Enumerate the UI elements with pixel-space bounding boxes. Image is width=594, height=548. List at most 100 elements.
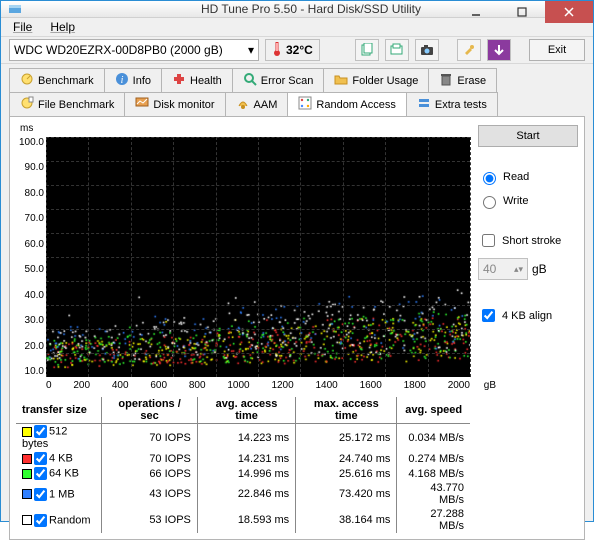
options-button[interactable] bbox=[457, 39, 481, 61]
random-icon bbox=[298, 96, 312, 113]
series-toggle[interactable] bbox=[34, 425, 47, 438]
tab-folder-usage[interactable]: Folder Usage bbox=[323, 68, 429, 92]
spinner-icon: ▴▾ bbox=[514, 264, 523, 275]
exit-button[interactable]: Exit bbox=[529, 39, 585, 61]
tab-file-benchmark[interactable]: File Benchmark bbox=[9, 92, 125, 116]
col-header: max. access time bbox=[296, 397, 397, 424]
cell-avg: 22.846 ms bbox=[197, 481, 295, 507]
cell-max: 38.164 ms bbox=[296, 507, 397, 533]
table-row: 4 KB70 IOPS14.231 ms24.740 ms0.274 MB/s bbox=[16, 451, 470, 466]
tab-random-access[interactable]: Random Access bbox=[287, 92, 406, 116]
tab-disk-monitor[interactable]: Disk monitor bbox=[124, 92, 225, 116]
save-button[interactable] bbox=[487, 39, 511, 61]
copy-screenshot-button[interactable] bbox=[385, 39, 409, 61]
table-row: 64 KB 66 IOPS14.996 ms25.616 ms4.168 MB/s bbox=[16, 466, 470, 481]
tab-erase[interactable]: Erase bbox=[428, 68, 497, 92]
scatter-chart: 100.090.080.070.060.050.040.030.020.010.… bbox=[46, 137, 470, 377]
cell-speed: 0.274 MB/s bbox=[397, 451, 470, 466]
transfer-size: Random bbox=[49, 514, 91, 526]
thermometer-icon bbox=[272, 41, 282, 60]
series-toggle[interactable] bbox=[34, 452, 47, 465]
col-header: operations / sec bbox=[102, 397, 198, 424]
temperature-value: 32°C bbox=[286, 43, 313, 57]
tab-error-scan[interactable]: Error Scan bbox=[232, 68, 325, 92]
tab-info[interactable]: iInfo bbox=[104, 68, 162, 92]
minimize-button[interactable] bbox=[453, 1, 499, 23]
chevron-down-icon: ▾ bbox=[248, 43, 254, 57]
cell-speed: 27.288 MB/s bbox=[397, 507, 470, 533]
side-panel: Start Read Write Short stroke 40 ▴▾ bbox=[478, 123, 578, 533]
tab-row-2: File BenchmarkDisk monitorAAMRandom Acce… bbox=[9, 92, 585, 116]
x-axis-labels: 0200400600800100012001400160018002000 bbox=[46, 380, 470, 391]
tab-extra-tests[interactable]: Extra tests bbox=[406, 92, 498, 116]
maximize-button[interactable] bbox=[499, 1, 545, 23]
series-color-swatch bbox=[22, 489, 32, 499]
table-row: 1 MB43 IOPS22.846 ms73.420 ms43.770 MB/s bbox=[16, 481, 470, 507]
random-access-panel: ms 100.090.080.070.060.050.040.030.020.0… bbox=[9, 116, 585, 540]
stroke-unit: gB bbox=[532, 262, 547, 276]
benchmark-icon bbox=[20, 72, 34, 89]
transfer-size: 64 KB bbox=[49, 467, 79, 479]
col-header: avg. access time bbox=[197, 397, 295, 424]
toolbar: WDC WD20EZRX-00D8PB0 (2000 gB) ▾ 32°C Ex… bbox=[1, 36, 593, 64]
col-header: transfer size bbox=[16, 397, 102, 424]
table-row: Random 53 IOPS18.593 ms38.164 ms27.288 MB… bbox=[16, 507, 470, 533]
tab-benchmark[interactable]: Benchmark bbox=[9, 68, 105, 92]
series-toggle[interactable] bbox=[34, 488, 47, 501]
drive-select-value: WDC WD20EZRX-00D8PB0 (2000 gB) bbox=[14, 43, 223, 57]
cell-speed: 4.168 MB/s bbox=[397, 466, 470, 481]
filebench-icon bbox=[20, 96, 34, 113]
monitor-icon bbox=[135, 96, 149, 113]
extra-icon bbox=[417, 96, 431, 113]
close-button[interactable] bbox=[545, 1, 593, 23]
x-axis-unit: gB bbox=[484, 380, 496, 391]
cell-speed: 0.034 MB/s bbox=[397, 424, 470, 452]
window-controls bbox=[453, 1, 593, 23]
short-stroke-input: 40 ▴▾ bbox=[478, 258, 528, 280]
tab-aam[interactable]: AAM bbox=[225, 92, 289, 116]
cell-avg: 14.996 ms bbox=[197, 466, 295, 481]
series-toggle[interactable] bbox=[34, 467, 47, 480]
read-radio[interactable]: Read bbox=[478, 169, 578, 185]
cell-ops: 66 IOPS bbox=[102, 466, 198, 481]
tab-row-1: BenchmarkiInfoHealthError ScanFolder Usa… bbox=[9, 68, 585, 92]
cell-avg: 14.223 ms bbox=[197, 424, 295, 452]
series-color-swatch bbox=[22, 427, 32, 437]
health-icon bbox=[172, 72, 186, 89]
aam-icon bbox=[236, 96, 250, 113]
start-button[interactable]: Start bbox=[478, 125, 578, 147]
table-row: 512 bytes70 IOPS14.223 ms25.172 ms0.034 … bbox=[16, 424, 470, 452]
transfer-size: 4 KB bbox=[49, 452, 73, 464]
short-stroke-checkbox[interactable]: Short stroke bbox=[478, 231, 578, 250]
svg-text:i: i bbox=[120, 75, 123, 86]
cell-ops: 53 IOPS bbox=[102, 507, 198, 533]
align-checkbox[interactable]: 4 KB align bbox=[478, 306, 578, 325]
cell-speed: 43.770 MB/s bbox=[397, 481, 470, 507]
drive-select[interactable]: WDC WD20EZRX-00D8PB0 (2000 gB) ▾ bbox=[9, 39, 259, 61]
app-icon bbox=[7, 1, 23, 17]
series-color-swatch bbox=[22, 515, 32, 525]
tab-area: BenchmarkiInfoHealthError ScanFolder Usa… bbox=[1, 64, 593, 548]
col-header: avg. speed bbox=[397, 397, 470, 424]
info-icon: i bbox=[115, 72, 129, 89]
series-toggle[interactable] bbox=[34, 514, 47, 527]
transfer-size: 1 MB bbox=[49, 488, 75, 500]
cell-avg: 14.231 ms bbox=[197, 451, 295, 466]
folder-icon bbox=[334, 72, 348, 89]
titlebar: HD Tune Pro 5.50 - Hard Disk/SSD Utility bbox=[1, 1, 593, 18]
results-table: transfer sizeoperations / secavg. access… bbox=[16, 397, 470, 533]
screenshot-button[interactable] bbox=[415, 39, 439, 61]
cell-avg: 18.593 ms bbox=[197, 507, 295, 533]
erase-icon bbox=[439, 72, 453, 89]
y-axis-unit: ms bbox=[20, 123, 33, 134]
copy-info-button[interactable] bbox=[355, 39, 379, 61]
cell-ops: 70 IOPS bbox=[102, 424, 198, 452]
tab-health[interactable]: Health bbox=[161, 68, 233, 92]
cell-ops: 70 IOPS bbox=[102, 451, 198, 466]
cell-ops: 43 IOPS bbox=[102, 481, 198, 507]
write-radio[interactable]: Write bbox=[478, 193, 578, 209]
scan-icon bbox=[243, 72, 257, 89]
menu-help[interactable]: Help bbox=[42, 18, 83, 36]
menu-file[interactable]: File bbox=[5, 18, 40, 36]
cell-max: 25.616 ms bbox=[296, 466, 397, 481]
